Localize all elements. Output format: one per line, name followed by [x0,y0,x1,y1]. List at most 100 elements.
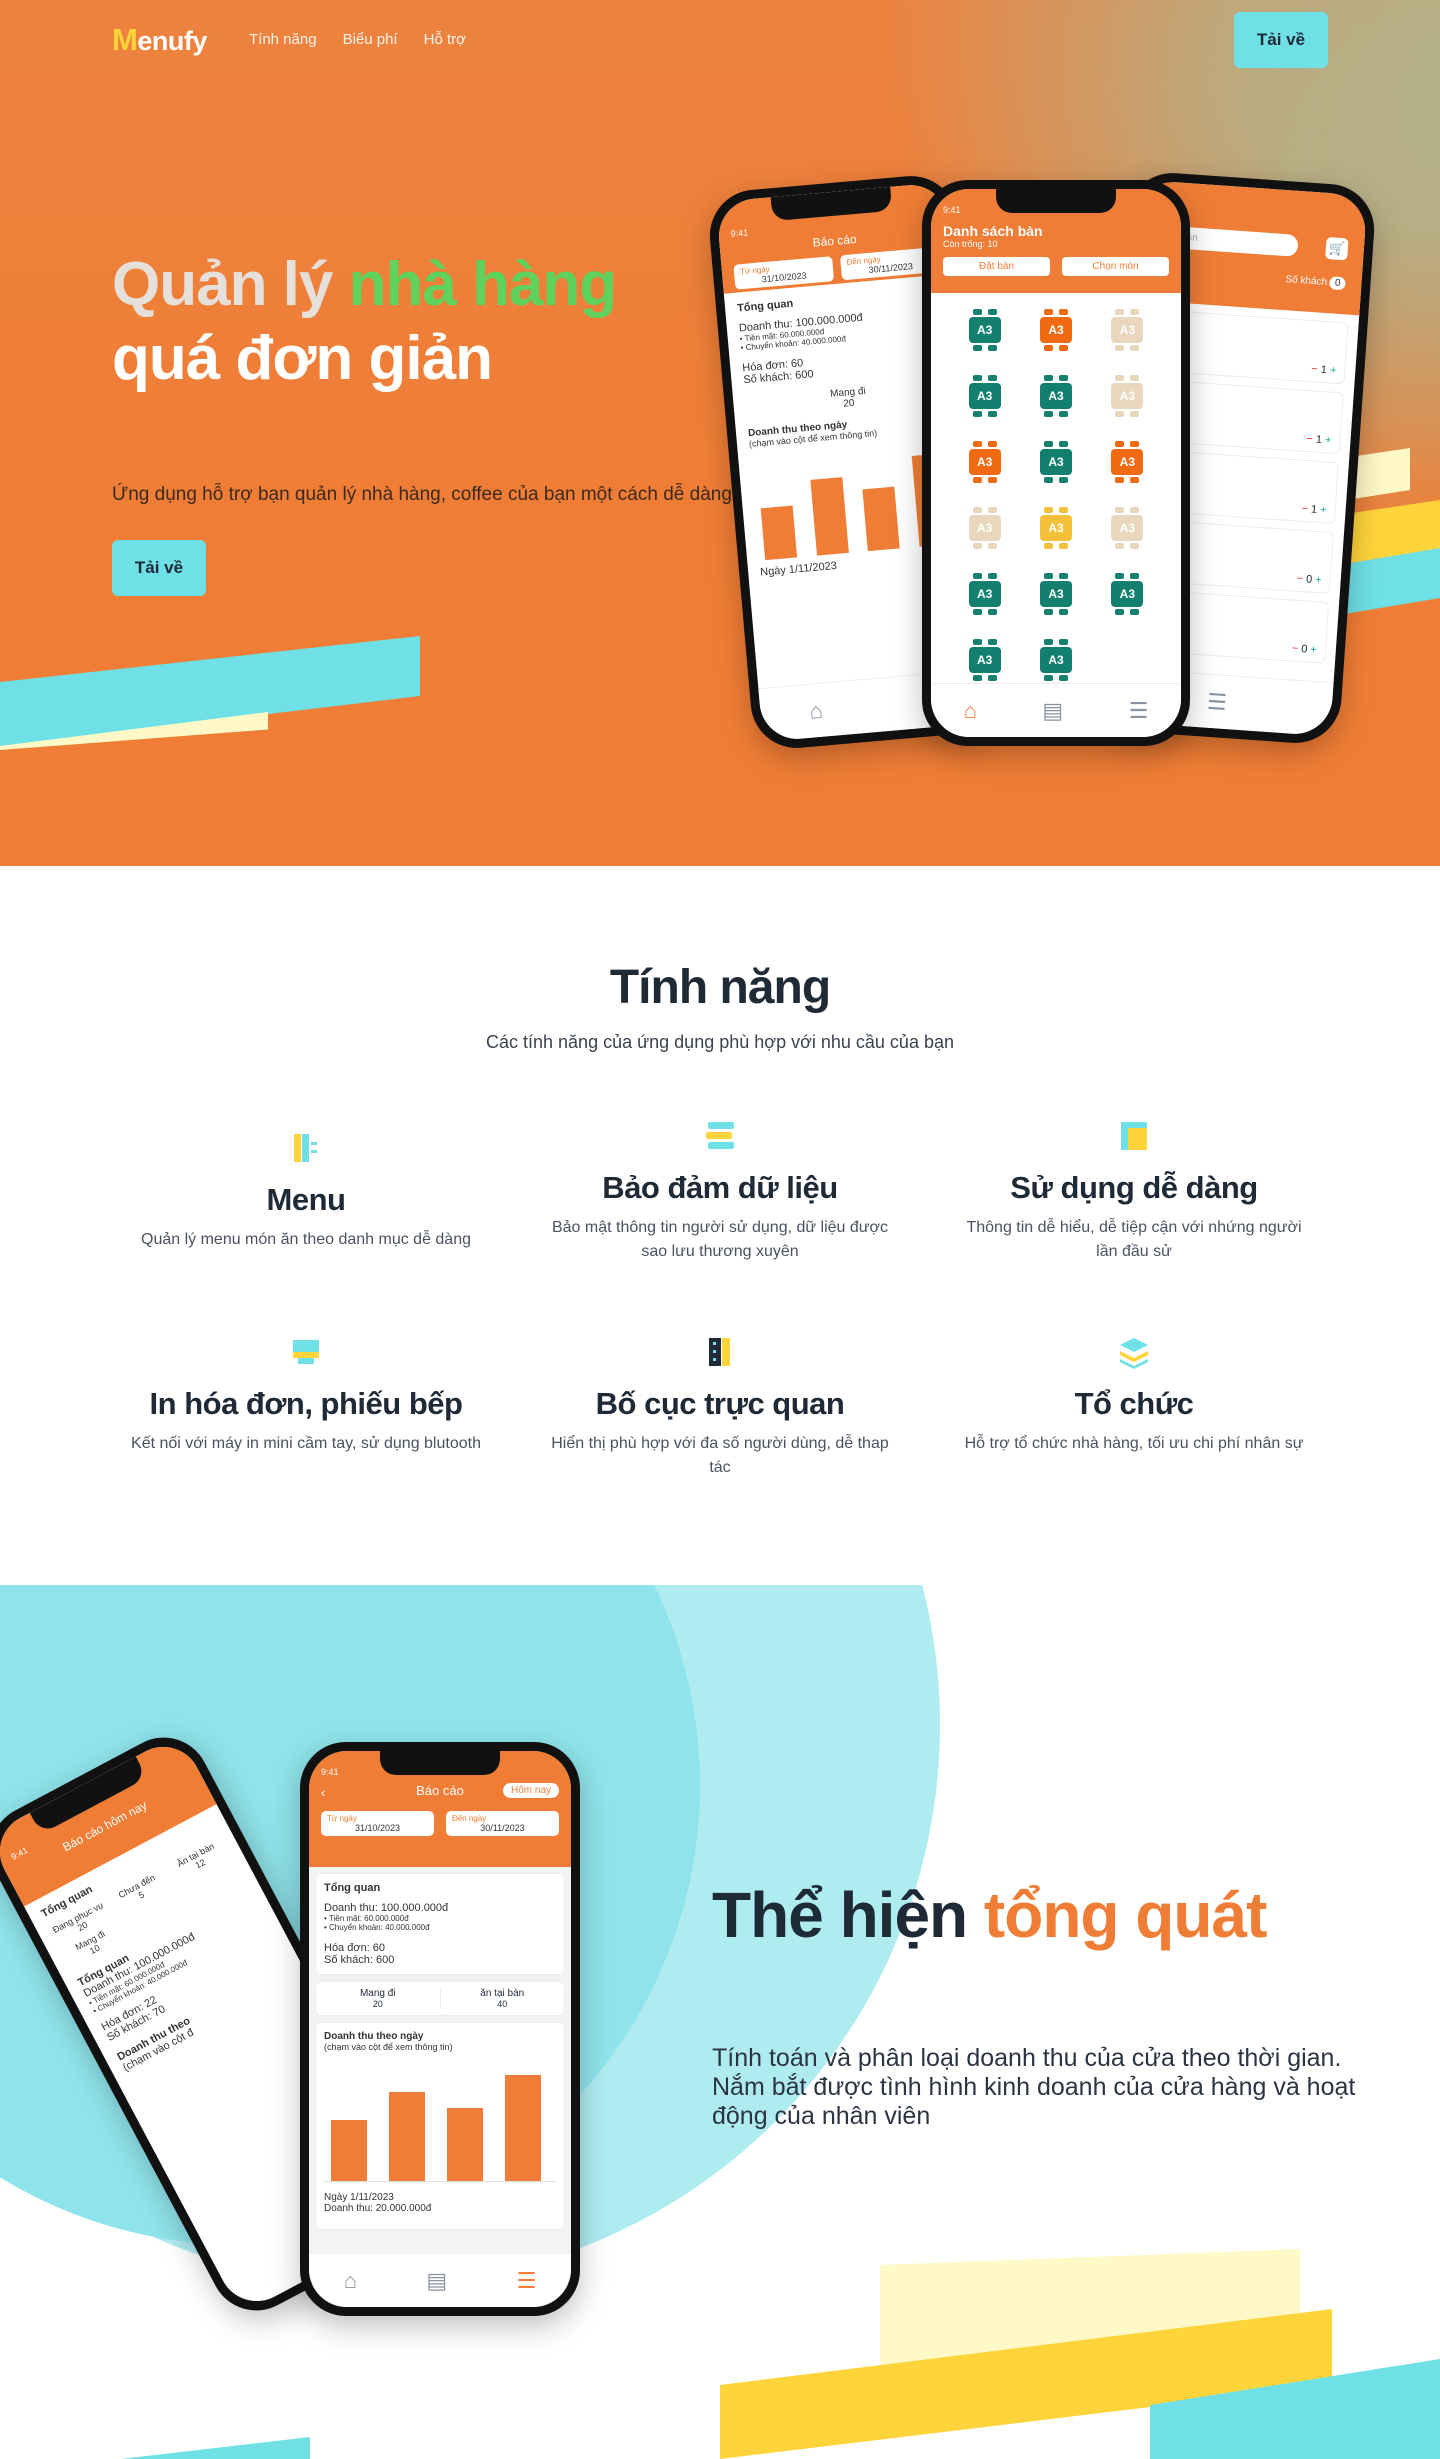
chair [972,639,982,645]
menu-item-qty: 0 [1305,573,1313,586]
from-date-field[interactable]: Từ ngày 31/10/2023 [321,1811,434,1836]
chair [972,543,982,549]
table-tile[interactable]: A3 [1105,507,1149,551]
choose-dish-button[interactable]: Chọn món [1062,257,1169,276]
back-icon[interactable]: ‹ [321,1785,325,1800]
table-label: A3 [968,449,1001,475]
table-tile[interactable]: A3 [963,573,1007,617]
table-label: A3 [968,317,1001,343]
chart-bar[interactable] [330,2119,367,2181]
chair [987,573,997,579]
summary-invoices: Hóa đơn: 60 [324,1942,386,1954]
feature-card: Menu Quản lý menu món ăn theo danh mục d… [116,1128,496,1252]
home-tab-icon[interactable]: ⌂ [344,2268,357,2294]
chart-bar[interactable] [862,486,900,552]
table-tile[interactable]: A3 [1034,573,1078,617]
logo[interactable]: Menufy [112,22,207,58]
daily-date: Ngày 1/11/2023 [324,2192,394,2203]
chair [1115,477,1125,483]
menu-item-stepper[interactable]: − 0 + [1296,573,1322,587]
chair [1043,411,1053,417]
daily-hint: (chạm vào cột để xem thông tin) [324,2042,453,2052]
menu-tab-icon[interactable]: ☰ [517,2268,537,2294]
chair [987,543,997,549]
chair [1058,507,1068,513]
from-date-value: 31/10/2023 [354,1823,401,1833]
chart-bar[interactable] [810,477,849,556]
table-tile[interactable]: A3 [1105,375,1149,419]
menu-item-stepper[interactable]: − 1 + [1301,503,1327,517]
chair [1115,543,1125,549]
hero-subtitle: Ứng dụng hỗ trợ bạn quản lý nhà hàng, co… [112,484,738,505]
chair [987,639,997,645]
chair [972,309,982,315]
chart-bar[interactable] [446,2108,483,2181]
nav-link-pricing[interactable]: Biểu phí [343,31,398,48]
hero-title-part1: Quản lý [112,250,333,319]
chart-bar[interactable] [388,2092,425,2181]
nav-download-button[interactable]: Tải về [1234,12,1328,68]
chair [1058,375,1068,381]
chair [1130,441,1140,447]
chair [1058,543,1068,549]
table-tile[interactable]: A3 [1034,375,1078,419]
chair [1130,411,1140,417]
phone-tables-screen: 9:41 Danh sách bàn Còn trống: 10 Đặt bàn… [931,189,1181,737]
nav-link-support[interactable]: Hỗ trợ [424,31,466,48]
from-date-field[interactable]: Từ ngày 31/10/2023 [733,256,835,290]
to-date-field[interactable]: Đến ngày 30/11/2023 [446,1811,559,1836]
chair [972,675,982,681]
table-tile[interactable]: A3 [963,441,1007,485]
hero-title-part2: nhà hàng [348,250,618,319]
hero-download-button[interactable]: Tải về [112,540,206,596]
nav-link-features[interactable]: Tính năng [249,31,317,48]
tables-actions: Đặt bàn Chọn món [943,257,1169,276]
table-label: A3 [1111,449,1144,475]
table-tile[interactable]: A3 [1105,573,1149,617]
menu-item-stepper[interactable]: − 1 + [1306,433,1332,447]
menu-item-stepper[interactable]: − 1 + [1311,363,1337,377]
table-tile[interactable]: A3 [963,375,1007,419]
table-tile[interactable]: A3 [1034,309,1078,353]
menu-guests: Số khách 0 [1285,274,1346,291]
table-tile[interactable]: A3 [1034,507,1078,551]
chair [1043,543,1053,549]
cart-icon[interactable]: 🛒 [1325,236,1349,261]
table-label: A3 [1111,581,1144,607]
feature-desc: Hiển thị phù hợp với đa số người dùng, d… [551,1435,889,1476]
home-tab-icon[interactable]: ⌂ [964,698,977,724]
table-label: A3 [1111,383,1144,409]
table-tile[interactable]: A3 [1034,441,1078,485]
menu-guest-count: 0 [1329,276,1346,291]
home-tab-icon[interactable]: ⌂ [808,697,824,724]
table-tile[interactable]: A3 [963,309,1007,353]
menu-item-stepper[interactable]: − 0 + [1291,643,1317,657]
receipt-tab-icon[interactable]: ▤ [1042,698,1063,724]
menu-tab-icon[interactable]: ☰ [1129,698,1149,724]
table-tile[interactable]: A3 [1105,309,1149,353]
chair [1115,441,1125,447]
table-label: A3 [968,383,1001,409]
chair [972,441,982,447]
chair [1043,675,1053,681]
table-tile[interactable]: A3 [963,639,1007,683]
chair [987,309,997,315]
table-tile[interactable]: A3 [963,507,1007,551]
chart-bar[interactable] [760,505,798,561]
hero-section: Menufy Tính năng Biểu phí Hỗ trợ Tải về … [0,0,1440,866]
chart-bar[interactable] [504,2074,541,2181]
nav-links: Tính năng Biểu phí Hỗ trợ [249,31,466,48]
overview-summary-card: Tổng quan Doanh thu: 100.000.000đ • Tiền… [315,1873,565,1975]
today-button[interactable]: Hôm nay [502,1783,559,1798]
table-tile[interactable]: A3 [1105,441,1149,485]
chair [1043,573,1053,579]
menu-tab-icon[interactable]: ☰ [1206,688,1227,715]
chair [972,573,982,579]
book-table-button[interactable]: Đặt bàn [943,257,1050,276]
feature-title: Menu [266,1182,346,1217]
table-tile[interactable]: A3 [1034,639,1078,683]
receipt-tab-icon[interactable]: ▤ [426,2268,447,2294]
features-title: Tính năng [609,961,831,1014]
chair [1130,477,1140,483]
chair [1130,609,1140,615]
